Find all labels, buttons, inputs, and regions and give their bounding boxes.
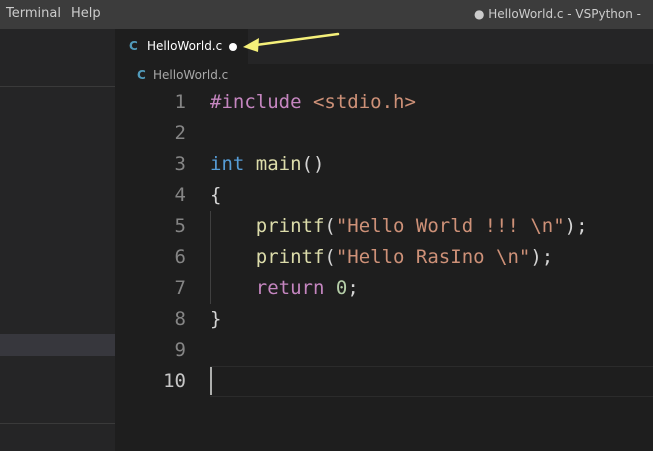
code-token: ( — [324, 215, 336, 237]
code-line[interactable]: 6 printf("Hello RasIno \n"); — [115, 242, 653, 273]
code-token: main — [255, 153, 302, 175]
code-token: printf — [255, 246, 325, 268]
code-line[interactable]: 1 #include <stdio.h> — [115, 87, 653, 118]
line-source: printf("Hello RasIno \n"); — [210, 242, 553, 273]
line-source: } — [210, 304, 221, 335]
code-token: <stdio.h> — [312, 91, 416, 113]
line-number: 10 — [163, 370, 186, 392]
line-number: 6 — [174, 246, 186, 268]
line-number: 3 — [174, 153, 186, 175]
line-number: 9 — [174, 339, 186, 361]
c-file-icon: C — [137, 68, 146, 82]
line-source: int main() — [210, 149, 324, 180]
breadcrumb: C HelloWorld.c — [115, 64, 653, 86]
line-source: return 0; — [210, 273, 359, 304]
line-source: #include <stdio.h> — [210, 87, 416, 118]
code-token: ); — [564, 215, 588, 237]
code-line[interactable]: 5 printf("Hello World !!! \n"); — [115, 211, 653, 242]
code-token: "Hello World !!! \n" — [335, 215, 565, 237]
line-number: 8 — [174, 308, 186, 330]
line-source: { — [210, 180, 221, 211]
breadcrumb-file[interactable]: HelloWorld.c — [153, 68, 228, 82]
code-token: } — [210, 308, 222, 330]
code-line[interactable]: 2 — [115, 118, 653, 149]
line-number: 5 — [174, 215, 186, 237]
code-line[interactable]: 7 return 0; — [115, 273, 653, 304]
code-line[interactable]: 8} — [115, 304, 653, 335]
code-token: "Hello RasIno \n" — [335, 246, 531, 268]
code-token: ; — [347, 277, 359, 299]
line-number: 2 — [174, 122, 186, 144]
text-cursor — [210, 367, 212, 395]
code-token: ( — [324, 246, 336, 268]
line-source: printf("Hello World !!! \n"); — [210, 211, 588, 242]
line-number: 1 — [174, 91, 186, 113]
code-token: #include — [210, 91, 302, 113]
code-token: int — [210, 153, 245, 175]
code-token: { — [210, 184, 222, 206]
code-token: 0 — [335, 277, 348, 299]
code-token: () — [301, 153, 325, 175]
code-token: ); — [530, 246, 554, 268]
code-line[interactable]: 4{ — [115, 180, 653, 211]
code-token: return — [255, 277, 325, 299]
code-token: printf — [255, 215, 325, 237]
code-editor[interactable]: 1 #include <stdio.h> 2 3 int main() 4{5 print… — [115, 86, 653, 451]
line-number: 4 — [174, 184, 186, 206]
code-line[interactable]: 9 — [115, 335, 653, 366]
code-line[interactable]: 10 — [115, 366, 653, 397]
line-number: 7 — [174, 277, 186, 299]
code-line[interactable]: 3 int main() — [115, 149, 653, 180]
